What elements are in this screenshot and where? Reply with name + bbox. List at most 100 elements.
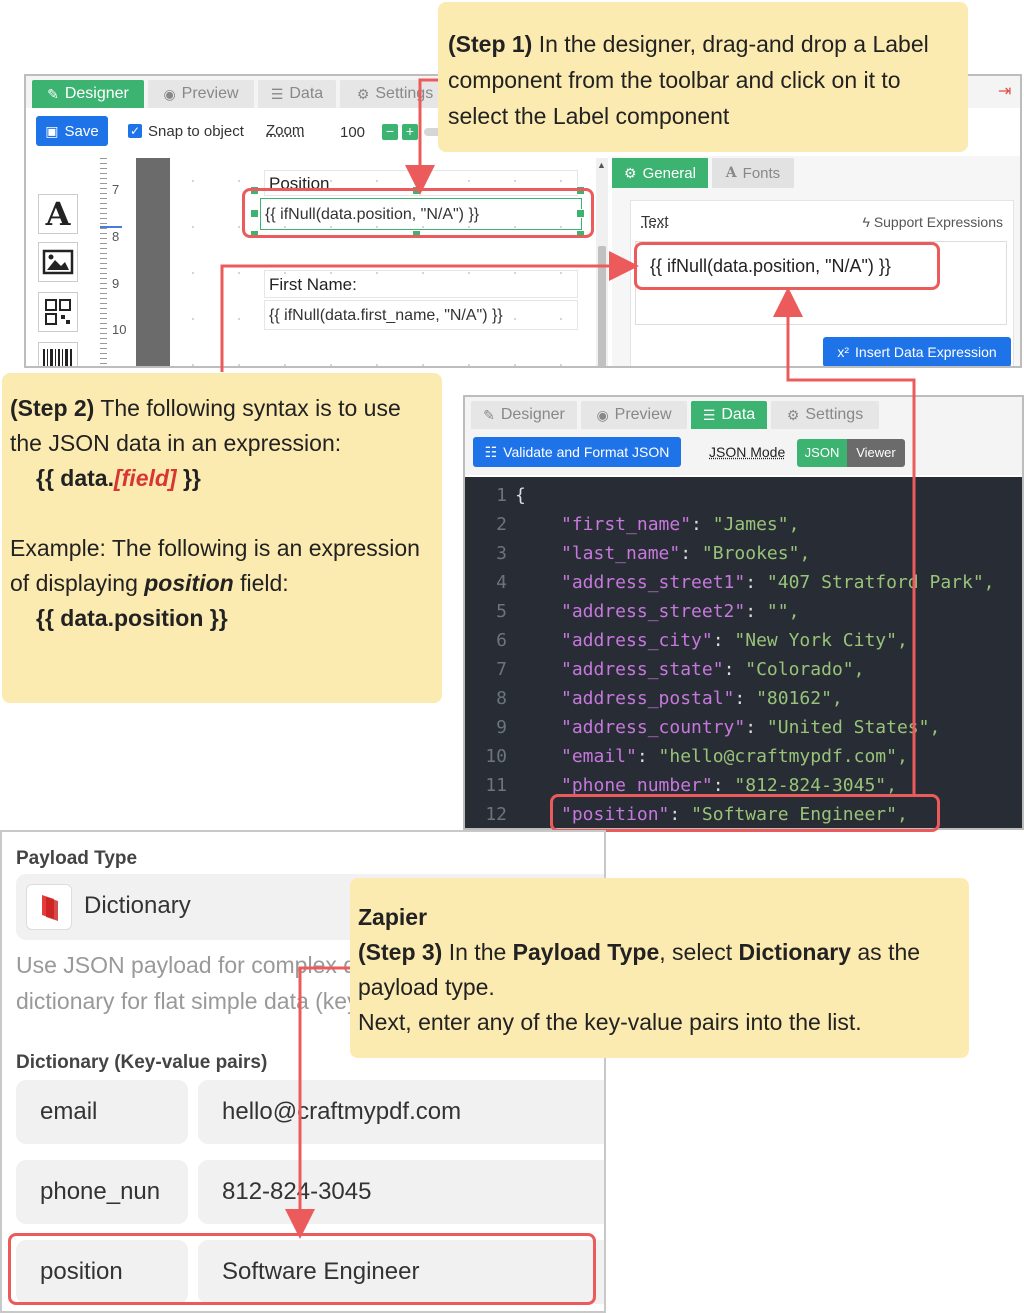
floppy-icon: ▣ <box>45 122 59 139</box>
insert-data-expression-button[interactable]: x² Insert Data Expression <box>823 337 1011 366</box>
json-line: 10 "email": "hello@craftmypdf.com", <box>465 742 1022 771</box>
zoom-label: Zoom <box>266 122 305 139</box>
json-line-number: 3 <box>496 543 507 564</box>
scroll-thumb[interactable] <box>598 246 606 366</box>
barcode-tool-icon[interactable] <box>38 342 78 366</box>
json-pair: "last_name": "Brookes", <box>561 539 810 568</box>
json-colon: : <box>636 746 659 767</box>
canvas-scrollbar[interactable]: ▲ <box>596 158 608 366</box>
json-line-number: 12 <box>485 804 507 825</box>
json-mode-toggle[interactable]: JSON Viewer <box>797 439 905 467</box>
step2-callout: (Step 2) The following syntax is to use … <box>2 373 442 703</box>
database-icon: ☰ <box>702 406 716 423</box>
font-icon: A <box>725 165 737 181</box>
tab-preview[interactable]: ◉ Preview <box>148 80 254 108</box>
pencil-icon: ✎ <box>483 406 495 423</box>
first-name-label-component[interactable]: First Name: <box>264 270 578 298</box>
superscript-icon: x² <box>837 344 850 360</box>
json-pair: "address_street2": "", <box>561 597 799 626</box>
dictionary-label: Dictionary (Key-value pairs) <box>16 1052 268 1073</box>
json-value: "80162", <box>756 688 843 709</box>
first-name-expression-component[interactable]: {{ ifNull(data.first_name, "N/A") }} <box>264 300 578 330</box>
dict-key-email[interactable]: email <box>16 1080 188 1144</box>
json-line-number: 9 <box>496 717 507 738</box>
json-pair: "address_postal": "80162", <box>561 684 843 713</box>
json-line-number: 11 <box>485 775 507 796</box>
image-tool-icon[interactable] <box>38 242 78 282</box>
json-line: 6 "address_city": "New York City", <box>465 626 1022 655</box>
payload-type-label: Payload Type <box>16 848 138 869</box>
json-key: "address_street2" <box>561 601 746 622</box>
highlight-text-property <box>634 242 940 290</box>
step2-example-code: {{ data.position }} <box>36 605 228 631</box>
ruler-number: 10 <box>112 322 127 337</box>
save-button[interactable]: ▣ Save <box>36 116 108 146</box>
data-tab-bar: ✎ Designer ◉ Preview ☰ Data ⚙ Settings <box>465 397 1022 431</box>
list-icon: ☷ <box>484 443 498 460</box>
tab-designer[interactable]: ✎ Designer <box>32 80 144 108</box>
json-line: 8 "address_postal": "80162", <box>465 684 1022 713</box>
bolt-icon: ϟ <box>862 214 874 230</box>
json-editor[interactable]: 1{ 2 "first_name": "James", 3 "last_name": "… <box>465 477 1022 828</box>
data-screenshot: ✎ Designer ◉ Preview ☰ Data ⚙ Settings ☷ Vali… <box>463 395 1024 830</box>
json-colon: : <box>745 601 767 622</box>
ruler-number: 8 <box>112 229 120 244</box>
dict-value-phone[interactable]: 812-824-3045 <box>198 1160 604 1224</box>
support-expressions-label: ϟ Support Expressions <box>862 214 1004 230</box>
props-tab-fonts[interactable]: A Fonts <box>712 158 794 188</box>
zoom-in-button[interactable]: + <box>402 124 418 140</box>
tab-preview[interactable]: ◉ Preview <box>581 401 687 429</box>
ruler-marker <box>100 226 122 228</box>
step2-intro: (Step 2) The following syntax is to use … <box>10 395 401 456</box>
zoom-out-button[interactable]: − <box>382 124 398 140</box>
json-line-number: 5 <box>496 601 507 622</box>
json-key: "address_country" <box>561 717 746 738</box>
json-mode-label: JSON Mode <box>709 444 786 460</box>
tab-settings[interactable]: ⚙ Settings <box>771 401 879 429</box>
tab-data[interactable]: ☰ Data <box>691 401 767 429</box>
json-mode-json-button[interactable]: JSON <box>797 439 847 467</box>
tab-designer[interactable]: ✎ Designer <box>471 401 577 429</box>
dict-key-phone[interactable]: phone_nun <box>16 1160 188 1224</box>
json-colon: : <box>723 659 746 680</box>
props-tab-general[interactable]: ⚙ General <box>612 158 708 188</box>
json-value: "Brookes", <box>701 543 811 564</box>
gear-icon: ⚙ <box>624 164 637 181</box>
validate-format-json-button[interactable]: ☷ Validate and Format JSON <box>473 437 681 467</box>
dict-value-email[interactable]: hello@craftmypdf.com <box>198 1080 604 1144</box>
json-line-number: 7 <box>496 659 507 680</box>
qrcode-tool-icon[interactable] <box>38 292 78 332</box>
json-value: "", <box>766 601 800 622</box>
snap-label: Snap to object <box>148 123 244 140</box>
json-value: "812-824-3045", <box>734 775 897 796</box>
ruler-scale <box>100 158 107 366</box>
json-pair: "address_street1": "407 Stratford Park", <box>561 568 995 597</box>
snap-checkbox[interactable]: ✓ <box>128 124 142 138</box>
json-line: 4 "address_street1": "407 Stratford Park"… <box>465 568 1022 597</box>
json-pair: "email": "hello@craftmypdf.com", <box>561 742 908 771</box>
json-pair: "first_name": "James", <box>561 510 799 539</box>
pencil-icon: ✎ <box>47 85 59 102</box>
text-tool-icon[interactable]: A <box>38 194 78 234</box>
json-line-number: 4 <box>496 572 507 593</box>
tab-data[interactable]: ☰ Data <box>258 80 336 108</box>
json-colon: : <box>712 630 735 651</box>
json-mode-viewer-button[interactable]: Viewer <box>847 439 905 467</box>
json-line: 1{ <box>465 481 1022 510</box>
eye-icon: ◉ <box>596 406 609 423</box>
tab-settings[interactable]: ⚙ Settings <box>340 80 450 108</box>
step2-syntax: {{ data.[field] }} <box>36 465 201 491</box>
json-key: "last_name" <box>561 543 681 564</box>
logout-icon[interactable]: ⇥ <box>998 84 1014 100</box>
gears-icon: ⚙ <box>786 406 800 423</box>
scroll-up-icon[interactable]: ▲ <box>597 160 606 170</box>
json-line: 2 "first_name": "James", <box>465 510 1022 539</box>
json-line-number: 2 <box>496 514 507 535</box>
json-line: 5 "address_street2": "", <box>465 597 1022 626</box>
json-key: "first_name" <box>561 514 692 535</box>
json-colon: : <box>691 514 713 535</box>
json-key: "address_city" <box>561 630 713 651</box>
highlight-json-position <box>550 794 940 832</box>
json-pair: "address_state": "Colorado", <box>561 655 864 684</box>
step1-heading: (Step 1) <box>448 31 533 57</box>
